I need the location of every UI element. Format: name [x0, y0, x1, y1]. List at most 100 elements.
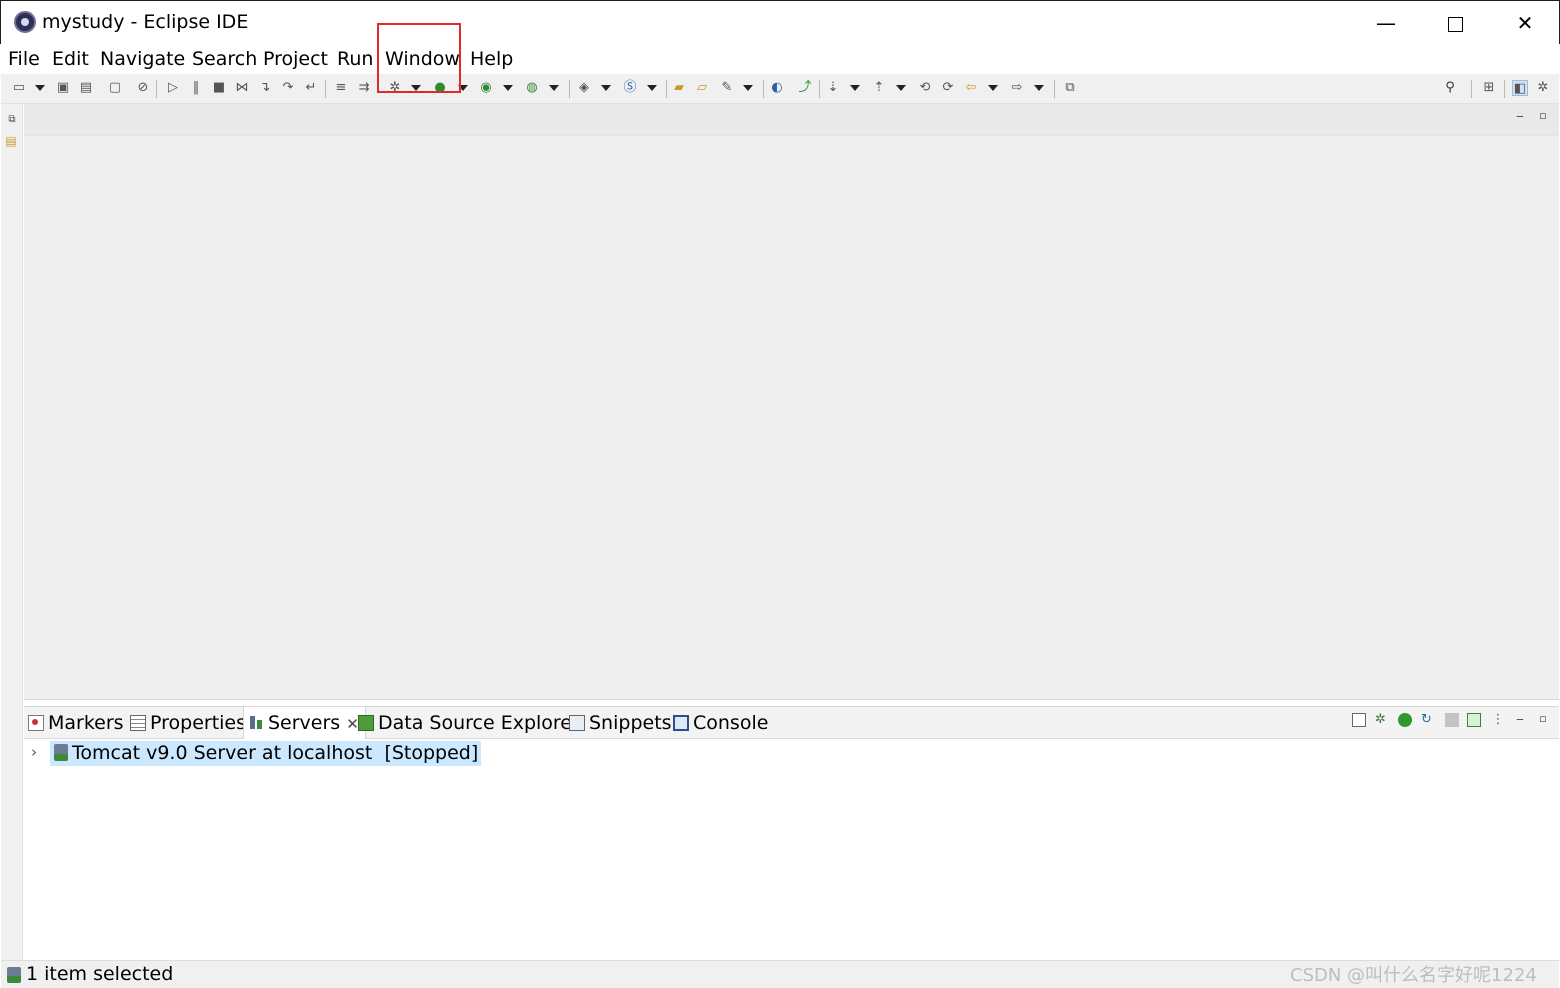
forward-dropdown-icon[interactable]	[1034, 85, 1044, 91]
expand-chevron-icon[interactable]: ›	[31, 743, 37, 761]
start-server-icon[interactable]	[1398, 713, 1412, 727]
step-over-icon[interactable]: ↷	[280, 80, 296, 96]
new-java-project-icon[interactable]: ◈	[576, 80, 592, 96]
menu-bar: File Edit Navigate Search Project Run Wi…	[1, 44, 1559, 74]
server-icon	[7, 967, 21, 983]
resume-icon[interactable]: ▷	[165, 80, 181, 96]
debug-server-icon[interactable]: ✲	[1375, 713, 1389, 727]
maximize-editor-icon[interactable]: ▫	[1537, 110, 1549, 122]
terminate-icon[interactable]: ■	[211, 80, 227, 96]
project-explorer-icon[interactable]: ▤	[5, 135, 17, 147]
previous-annotation-dropdown-icon[interactable]	[896, 85, 906, 91]
maximize-icon	[1447, 17, 1463, 32]
menu-file[interactable]: File	[8, 48, 40, 70]
use-step-filters-icon[interactable]: ⇉	[356, 80, 372, 96]
tab-data-source-explorer[interactable]: Data Source Explorer	[358, 707, 580, 739]
forward-icon[interactable]: ⇨	[1009, 80, 1025, 96]
search-icon[interactable]: ⚲	[1442, 80, 1458, 96]
external-tools-icon[interactable]: ◍	[524, 80, 540, 96]
title-bar: mystudy - Eclipse IDE — ✕	[0, 0, 1560, 44]
tab-label: Properties	[150, 712, 247, 734]
menu-edit[interactable]: Edit	[52, 48, 89, 70]
pin-editor-icon[interactable]: ⧉	[1062, 80, 1078, 96]
minimize-editor-icon[interactable]: ‒	[1514, 110, 1526, 122]
menu-navigate[interactable]: Navigate	[100, 48, 185, 70]
new-java-project-dropdown-icon[interactable]	[601, 85, 611, 91]
java-ee-perspective-icon[interactable]: ◧	[1512, 80, 1528, 96]
search-icon[interactable]: ✎	[719, 80, 735, 96]
console-icon	[673, 715, 689, 731]
panel-tab-bar: Markers Properties Servers ✕ Data Source …	[24, 707, 1559, 739]
tab-label: Servers	[268, 712, 341, 734]
close-tab-icon[interactable]: ✕	[346, 715, 359, 733]
next-annotation-dropdown-icon[interactable]	[850, 85, 860, 91]
tab-snippets[interactable]: Snippets	[569, 707, 672, 739]
tab-properties[interactable]: Properties	[130, 707, 246, 739]
open-type-icon[interactable]: ▰	[671, 80, 687, 96]
tab-label: Markers	[48, 712, 124, 734]
collapse-all-icon[interactable]	[1352, 713, 1366, 727]
view-menu-icon[interactable]: ⋮	[1491, 713, 1505, 727]
new-icon[interactable]: ▭	[11, 80, 27, 96]
tab-console[interactable]: Console	[673, 707, 768, 739]
menu-search[interactable]: Search	[192, 48, 257, 70]
markers-icon	[28, 715, 44, 731]
maximize-button[interactable]	[1432, 7, 1478, 39]
terminal-icon[interactable]: ▢	[107, 80, 123, 96]
snippets-icon	[569, 715, 585, 731]
tab-label: Snippets	[589, 712, 672, 734]
skip-breakpoints-icon[interactable]: ⊘	[135, 80, 151, 96]
new-class-icon[interactable]: Ⓢ	[622, 80, 638, 96]
menu-project[interactable]: Project	[263, 48, 328, 70]
tab-label: Console	[693, 712, 769, 734]
save-all-icon[interactable]: ▤	[78, 80, 94, 96]
window-title: mystudy - Eclipse IDE	[42, 11, 249, 33]
publish-icon[interactable]: ⤴	[797, 80, 813, 96]
tab-servers[interactable]: Servers ✕	[243, 707, 366, 739]
debug-perspective-icon[interactable]: ✲	[1535, 80, 1551, 96]
open-perspective-icon[interactable]: ⊞	[1481, 80, 1497, 96]
status-text: 1 item selected	[26, 963, 174, 985]
coverage-icon[interactable]: ◉	[478, 80, 494, 96]
search-dropdown-icon[interactable]	[743, 85, 753, 91]
servers-icon	[248, 715, 264, 731]
previous-annotation-icon[interactable]: ⇡	[871, 80, 887, 96]
tab-label: Data Source Explorer	[378, 712, 580, 734]
menu-run[interactable]: Run	[337, 48, 373, 70]
coverage-dropdown-icon[interactable]	[503, 85, 513, 91]
suspend-icon[interactable]: ‖	[188, 80, 204, 96]
web-browser-icon[interactable]: ◐	[769, 80, 785, 96]
left-trim-bar: ⧉ ▤	[1, 104, 23, 960]
last-edit-forward-icon[interactable]: ⟳	[940, 80, 956, 96]
close-button[interactable]: ✕	[1502, 7, 1548, 39]
last-edit-icon[interactable]: ⟲	[917, 80, 933, 96]
drop-to-frame-icon[interactable]: ≡	[333, 80, 349, 96]
save-icon[interactable]: ▣	[55, 80, 71, 96]
publish-server-icon[interactable]	[1467, 713, 1481, 727]
next-annotation-icon[interactable]: ⇣	[825, 80, 841, 96]
step-into-icon[interactable]: ↴	[257, 80, 273, 96]
profile-server-icon[interactable]: ↻	[1421, 713, 1435, 727]
main-toolbar: ▭ ▣ ▤ ▢ ⊘ ▷ ‖ ■ ⋈ ↴ ↷ ↵ ≡ ⇉ ✲ ● ◉ ◍ ◈ Ⓢ …	[1, 74, 1559, 104]
back-icon[interactable]: ⇦	[963, 80, 979, 96]
window-menu-highlight	[377, 23, 461, 93]
menu-help[interactable]: Help	[470, 48, 513, 70]
minimize-panel-icon[interactable]: ‒	[1514, 713, 1526, 725]
new-dropdown-icon[interactable]	[35, 85, 45, 91]
open-task-icon[interactable]: ▱	[694, 80, 710, 96]
properties-icon	[130, 715, 146, 731]
server-name: Tomcat v9.0 Server at localhost	[72, 742, 373, 764]
server-tree-row[interactable]: › Tomcat v9.0 Server at localhost [Stopp…	[24, 740, 824, 766]
new-class-dropdown-icon[interactable]	[647, 85, 657, 91]
restore-icon[interactable]: ⧉	[6, 114, 18, 126]
tab-markers[interactable]: Markers	[28, 707, 124, 739]
disconnect-icon[interactable]: ⋈	[234, 80, 250, 96]
editor-area: ‒ ▫	[24, 104, 1559, 700]
maximize-panel-icon[interactable]: ▫	[1537, 713, 1549, 725]
minimize-button[interactable]: —	[1363, 7, 1409, 39]
stop-server-icon[interactable]	[1445, 713, 1459, 727]
server-item-tomcat[interactable]: Tomcat v9.0 Server at localhost [Stopped…	[50, 741, 482, 766]
external-tools-dropdown-icon[interactable]	[549, 85, 559, 91]
step-return-icon[interactable]: ↵	[303, 80, 319, 96]
back-dropdown-icon[interactable]	[988, 85, 998, 91]
